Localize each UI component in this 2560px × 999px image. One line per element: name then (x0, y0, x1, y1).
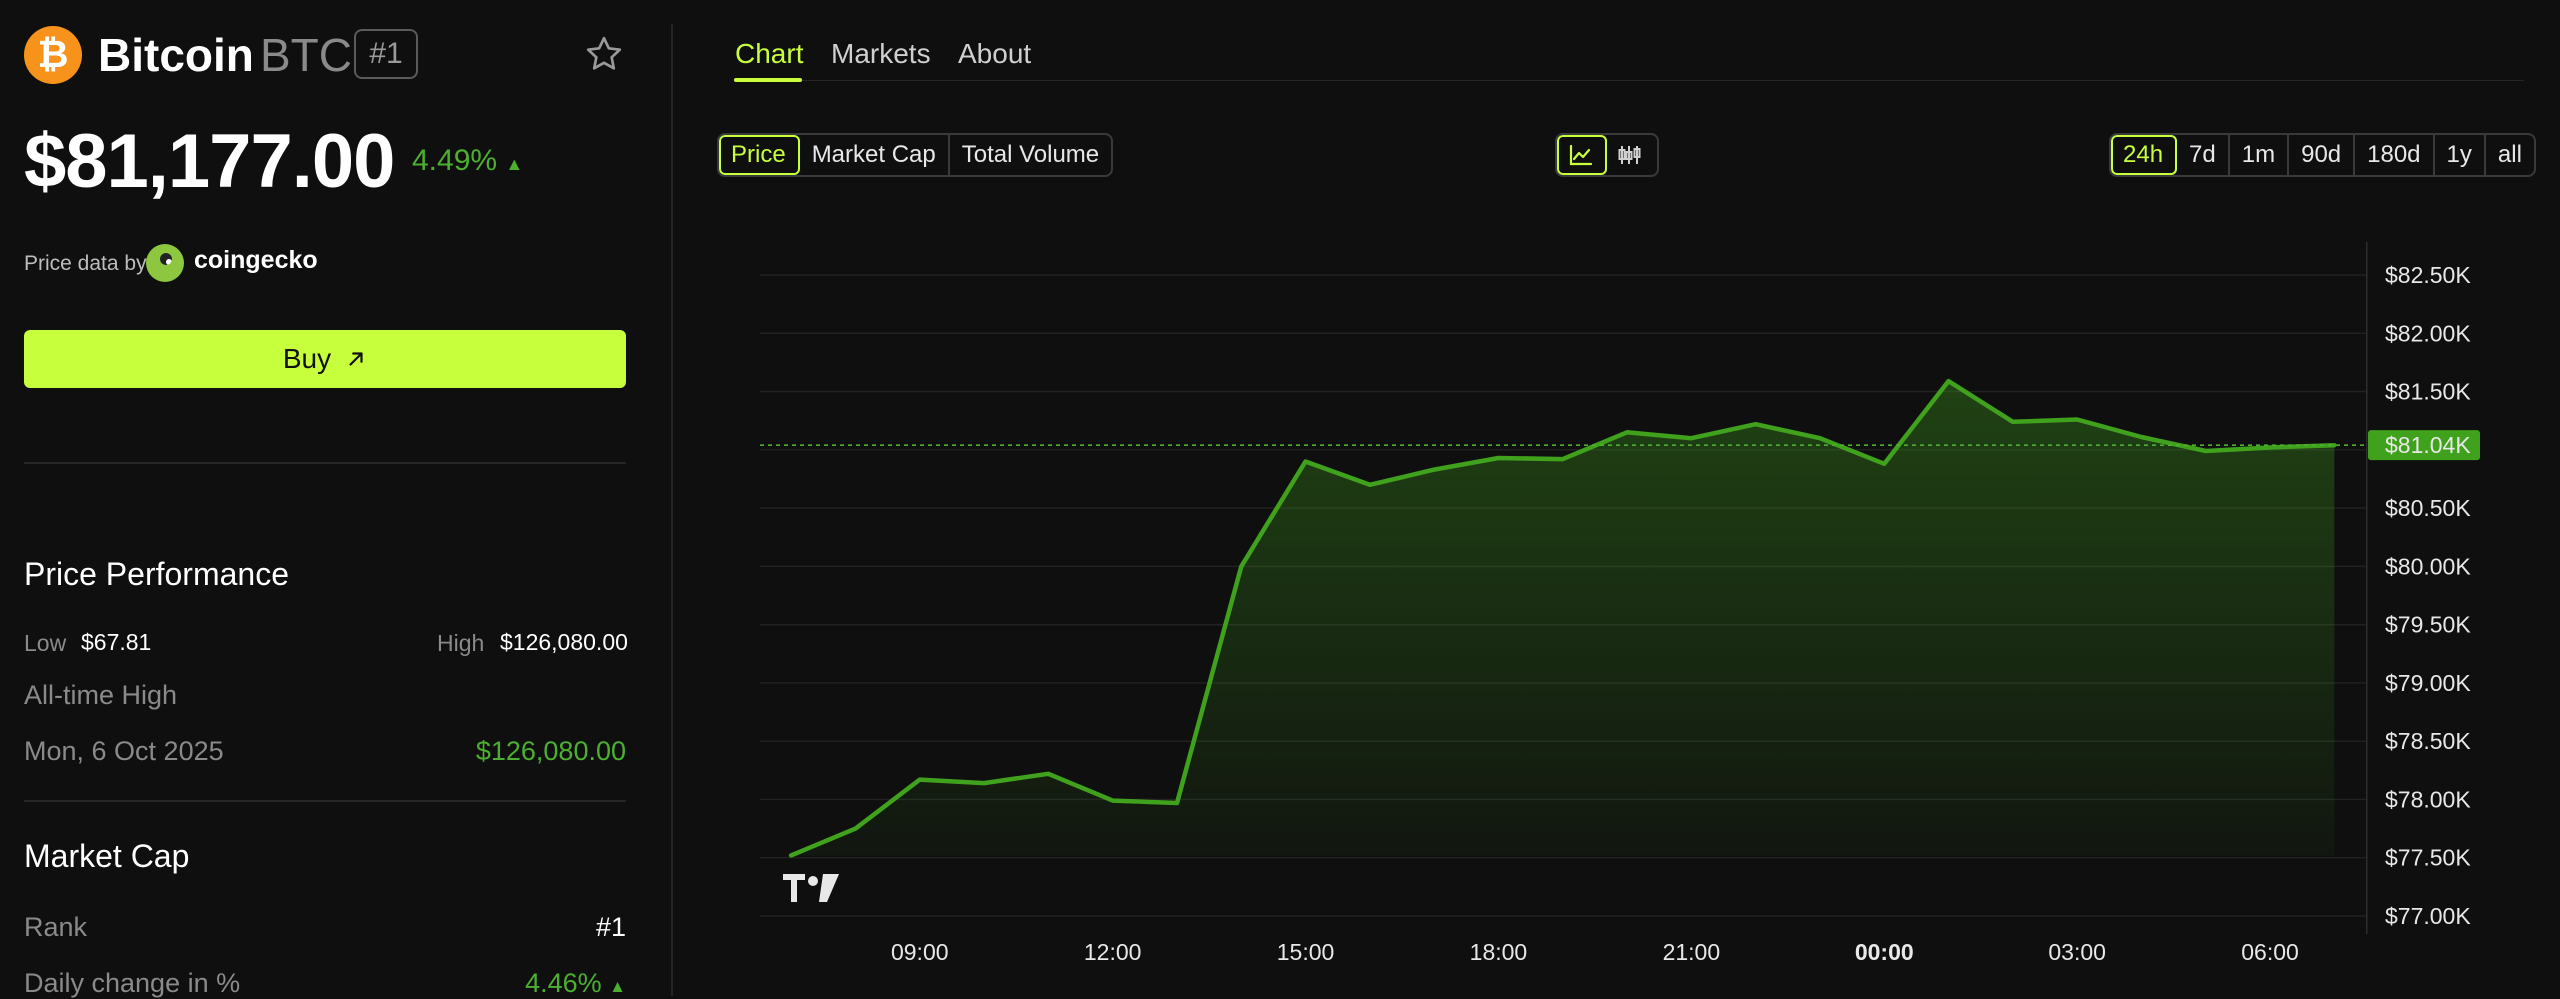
x-tick-label: 03:00 (2048, 939, 2106, 965)
current-price-badge-label: $81.04K (2385, 432, 2471, 458)
price-area (791, 381, 2334, 856)
x-tick-label: 00:00 (1855, 939, 1914, 965)
y-tick-label: $79.00K (2385, 670, 2471, 696)
price-chart[interactable]: $82.50K$82.00K$81.50K$81.00K$80.50K$80.0… (0, 0, 2560, 996)
x-tick-label: 12:00 (1084, 939, 1142, 965)
x-tick-label: 09:00 (891, 939, 949, 965)
y-tick-label: $80.50K (2385, 495, 2471, 521)
y-tick-label: $77.50K (2385, 845, 2471, 871)
y-tick-label: $80.00K (2385, 553, 2471, 579)
tradingview-logo-icon (783, 874, 839, 902)
x-tick-label: 18:00 (1470, 939, 1528, 965)
x-tick-label: 15:00 (1277, 939, 1335, 965)
y-tick-label: $82.50K (2385, 262, 2471, 288)
y-tick-label: $79.50K (2385, 612, 2471, 638)
y-tick-label: $78.00K (2385, 786, 2471, 812)
y-tick-label: $78.50K (2385, 728, 2471, 754)
x-tick-label: 06:00 (2241, 939, 2299, 965)
y-tick-label: $82.00K (2385, 320, 2471, 346)
y-tick-label: $81.50K (2385, 379, 2471, 405)
y-tick-label: $77.00K (2385, 903, 2471, 929)
x-tick-label: 21:00 (1663, 939, 1721, 965)
